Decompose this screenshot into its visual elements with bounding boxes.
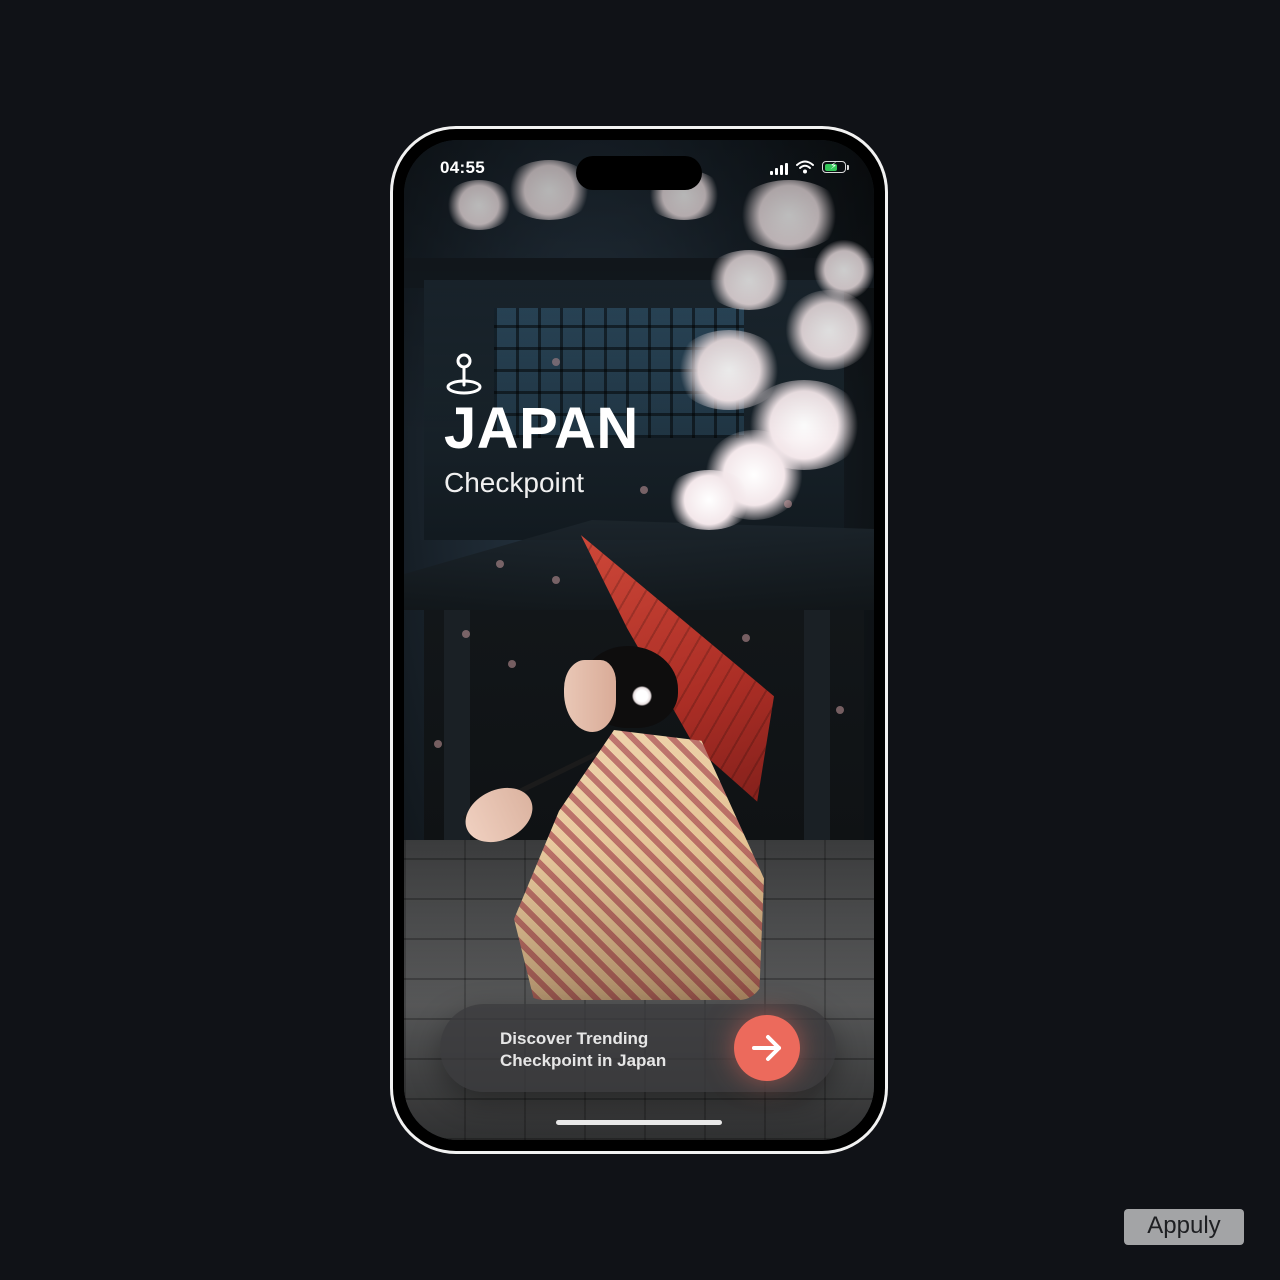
charging-bolt-icon: ⚡ [830, 161, 838, 172]
battery-charging-icon: ⚡ [822, 161, 846, 173]
signal-icon [770, 163, 788, 175]
page-title: JAPAN [444, 396, 639, 461]
photo-vignette [404, 140, 874, 1140]
arrow-right-icon [752, 1035, 781, 1061]
location-pin-icon [446, 353, 482, 395]
app-screen: 04:55 ⚡ JAPAN Checkpoint Discover Trendi… [404, 140, 874, 1140]
cta-text: Discover Trending Checkpoint in Japan [500, 1028, 666, 1072]
background-photo [404, 140, 874, 1140]
cta-line-2: Checkpoint in Japan [500, 1051, 667, 1070]
dynamic-island [576, 156, 702, 190]
next-button[interactable] [734, 1015, 800, 1081]
canvas: 04:55 ⚡ JAPAN Checkpoint Discover Trendi… [0, 0, 1280, 1280]
hero-title-block: JAPAN Checkpoint [444, 352, 639, 499]
wifi-icon [796, 160, 814, 174]
battery-nub [847, 165, 849, 170]
page-subtitle: Checkpoint [444, 467, 585, 498]
status-time: 04:55 [440, 158, 485, 177]
watermark-badge: Appuly [1124, 1209, 1244, 1245]
discover-cta-bar[interactable]: Discover Trending Checkpoint in Japan [440, 1004, 836, 1092]
home-indicator[interactable] [556, 1120, 722, 1125]
phone-frame: 04:55 ⚡ JAPAN Checkpoint Discover Trendi… [390, 126, 888, 1154]
cta-line-1: Discover Trending [500, 1029, 649, 1048]
status-bar: 04:55 ⚡ [404, 140, 874, 196]
